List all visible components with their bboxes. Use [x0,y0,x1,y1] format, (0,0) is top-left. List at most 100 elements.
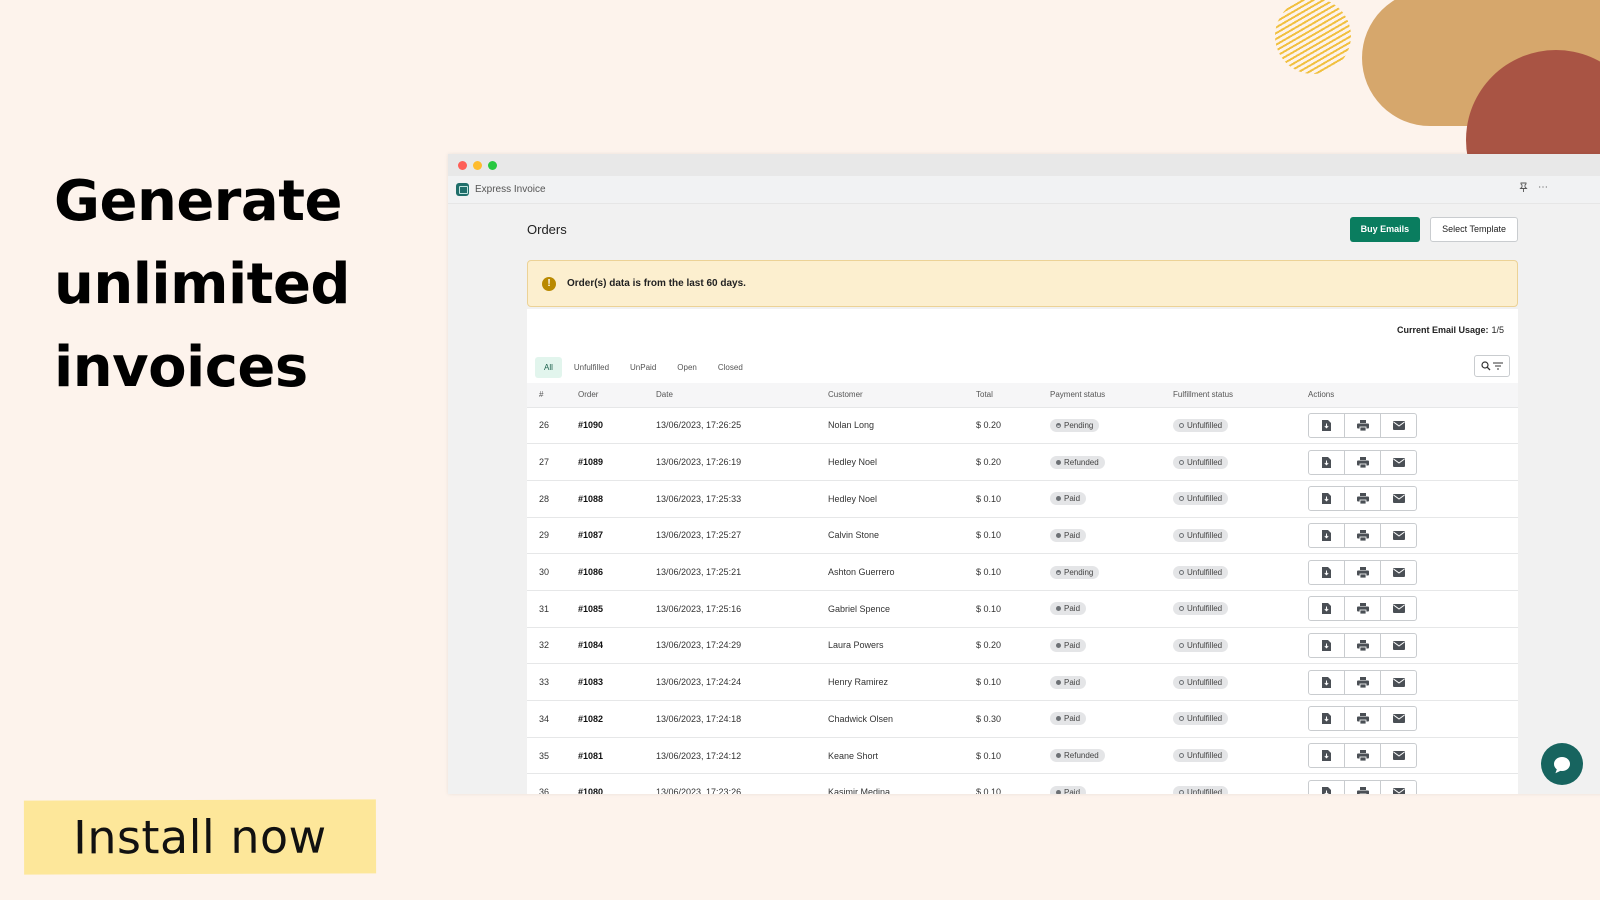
table-row[interactable]: 36 #1080 13/06/2023, 17:23:26 Kasimir Me… [527,773,1518,794]
table-row[interactable]: 33 #1083 13/06/2023, 17:24:24 Henry Rami… [527,663,1518,701]
payment-status-badge: Paid [1050,675,1087,689]
email-icon [1392,494,1405,504]
download-invoice-button[interactable] [1308,596,1345,622]
select-template-button[interactable]: Select Template [1430,216,1518,242]
download-invoice-button[interactable] [1308,669,1345,695]
status-dot-icon [1179,422,1184,428]
customer-name: Calvin Stone [828,516,976,554]
orders-table: # Order Date Customer Total Payment stat… [527,383,1518,794]
email-invoice-button[interactable] [1380,596,1417,622]
more-options-icon[interactable]: ⋯ [1538,182,1548,195]
install-now-button[interactable]: Install now [23,799,377,875]
print-invoice-button[interactable] [1344,779,1381,794]
table-row[interactable]: 29 #1087 13/06/2023, 17:25:27 Calvin Sto… [527,516,1518,554]
download-invoice-button[interactable] [1308,779,1345,794]
payment-status-text: Paid [1064,640,1081,650]
download-invoice-button[interactable] [1308,522,1345,548]
order-link[interactable]: #1083 [578,663,656,701]
buy-emails-button[interactable]: Buy Emails [1349,216,1421,242]
minimize-window-button[interactable] [473,160,482,170]
email-invoice-button[interactable] [1380,449,1417,475]
table-row[interactable]: 32 #1084 13/06/2023, 17:24:29 Laura Powe… [527,626,1518,664]
print-invoice-button[interactable] [1344,412,1381,438]
tab-open[interactable]: Open [668,357,706,378]
print-invoice-button[interactable] [1344,743,1381,769]
order-link[interactable]: #1090 [578,406,656,444]
table-row[interactable]: 27 #1089 13/06/2023, 17:26:19 Hedley Noe… [527,443,1518,481]
print-icon [1356,566,1369,578]
payment-status-badge: Refunded [1050,455,1105,469]
order-date: 13/06/2023, 17:25:21 [656,553,828,591]
print-icon [1356,750,1369,762]
download-invoice-button[interactable] [1308,449,1345,475]
customer-name: Hedley Noel [828,443,976,481]
order-link[interactable]: #1082 [578,700,656,738]
app-name: Express Invoice [475,184,546,195]
email-icon [1392,751,1405,761]
download-invoice-button[interactable] [1308,706,1345,732]
download-invoice-button[interactable] [1308,743,1345,769]
tab-all[interactable]: All [535,356,562,378]
email-invoice-button[interactable] [1380,522,1417,548]
order-link[interactable]: #1086 [578,553,656,591]
fulfillment-status-text: Unfulfilled [1187,787,1223,794]
status-dot-icon [1179,679,1184,685]
download-invoice-button[interactable] [1308,632,1345,658]
order-link[interactable]: #1085 [578,589,656,628]
status-dot-icon [1056,459,1061,465]
print-invoice-button[interactable] [1344,559,1381,585]
order-link[interactable]: #1089 [578,443,656,481]
table-row[interactable]: 34 #1082 13/06/2023, 17:24:18 Chadwick O… [527,700,1518,738]
order-link[interactable]: #1088 [578,479,656,518]
print-invoice-button[interactable] [1344,706,1381,732]
email-invoice-button[interactable] [1380,706,1417,732]
email-invoice-button[interactable] [1380,743,1417,769]
download-invoice-button[interactable] [1308,412,1345,438]
row-actions [1308,449,1518,475]
print-invoice-button[interactable] [1344,522,1381,548]
email-invoice-button[interactable] [1380,559,1417,585]
download-invoice-button[interactable] [1308,486,1345,512]
row-number: 33 [527,663,578,701]
order-link[interactable]: #1084 [578,626,656,664]
print-icon [1356,419,1369,431]
table-row[interactable]: 30 #1086 13/06/2023, 17:25:21 Ashton Gue… [527,553,1518,591]
table-row[interactable]: 26 #1090 13/06/2023, 17:26:25 Nolan Long… [527,406,1518,444]
status-dot-icon [1056,606,1061,612]
tab-unpaid[interactable]: UnPaid [621,357,665,378]
order-link[interactable]: #1080 [578,773,656,794]
print-invoice-button[interactable] [1344,669,1381,695]
email-invoice-button[interactable] [1380,779,1417,794]
status-dot-icon [1056,789,1061,794]
tab-closed[interactable]: Closed [709,357,752,378]
download-invoice-button[interactable] [1308,559,1345,585]
email-invoice-button[interactable] [1380,669,1417,695]
table-row[interactable]: 35 #1081 13/06/2023, 17:24:12 Keane Shor… [527,736,1518,774]
print-icon [1356,786,1369,794]
table-row[interactable]: 31 #1085 13/06/2023, 17:25:16 Gabriel Sp… [527,589,1518,628]
print-invoice-button[interactable] [1344,632,1381,658]
print-invoice-button[interactable] [1344,449,1381,475]
print-icon [1356,639,1369,651]
chat-button[interactable] [1541,743,1583,785]
maximize-window-button[interactable] [488,160,497,170]
email-invoice-button[interactable] [1380,632,1417,658]
customer-name: Laura Powers [828,626,976,664]
row-number: 26 [527,406,578,444]
pin-icon[interactable] [1519,182,1528,195]
tab-unfulfilled[interactable]: Unfulfilled [565,357,618,378]
row-actions [1308,779,1518,794]
table-row[interactable]: 28 #1088 13/06/2023, 17:25:33 Hedley Noe… [527,479,1518,518]
email-invoice-button[interactable] [1380,412,1417,438]
order-total: $ 0.30 [976,700,1050,738]
close-window-button[interactable] [458,160,467,170]
print-invoice-button[interactable] [1344,486,1381,512]
order-total: $ 0.20 [976,626,1050,664]
order-link[interactable]: #1081 [578,736,656,774]
order-date: 13/06/2023, 17:25:27 [656,516,828,554]
search-filter-button[interactable] [1474,355,1510,377]
order-date: 13/06/2023, 17:24:12 [656,736,828,774]
email-invoice-button[interactable] [1380,486,1417,512]
order-link[interactable]: #1087 [578,516,656,554]
print-invoice-button[interactable] [1344,596,1381,622]
